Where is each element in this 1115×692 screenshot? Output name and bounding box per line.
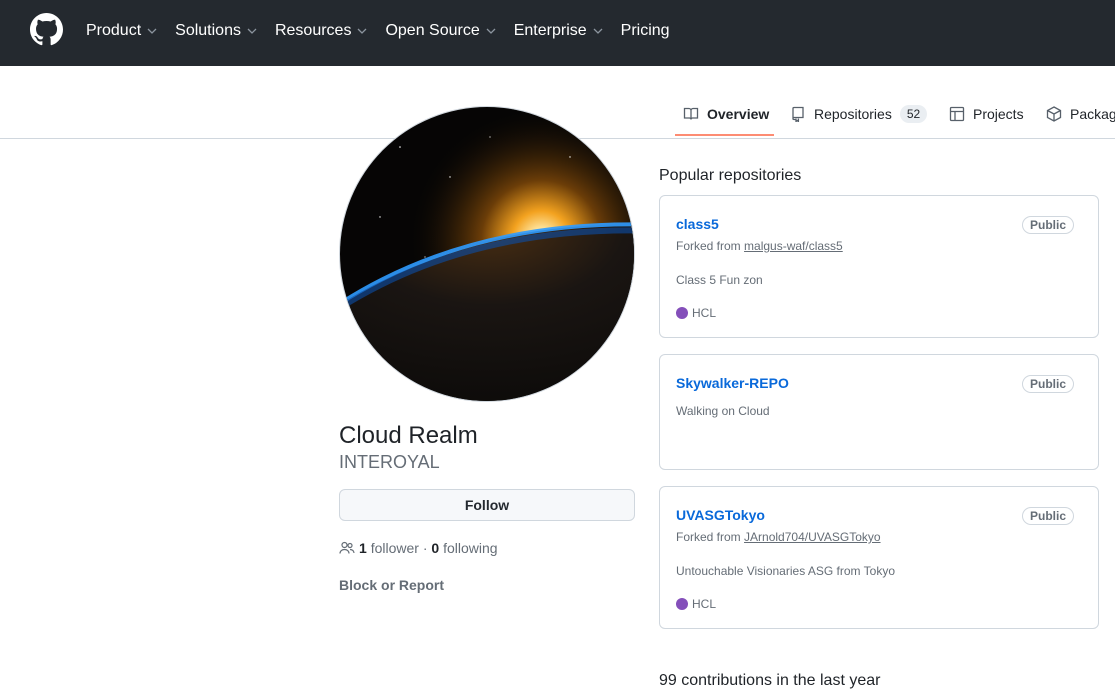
- repo-name-link[interactable]: UVASGTokyo: [676, 507, 765, 523]
- repo-description: Class 5 Fun zon: [676, 273, 763, 287]
- language-label: HCL: [692, 306, 717, 320]
- forked-source-link[interactable]: JArnold704/UVASGTokyo: [744, 530, 881, 544]
- chevron-down-icon: [147, 28, 157, 34]
- profile-username: INTEROYAL: [339, 452, 440, 472]
- nav-open-source[interactable]: Open Source: [385, 22, 496, 40]
- tab-projects[interactable]: Projects: [949, 90, 1024, 138]
- repo-description: Walking on Cloud: [676, 404, 770, 418]
- tab-packages-label: Packages: [1070, 106, 1115, 122]
- nav-product[interactable]: Product: [86, 22, 157, 40]
- repo-card: UVASGTokyo Public Forked from JArnold704…: [659, 486, 1099, 629]
- nav-pricing[interactable]: Pricing: [621, 22, 670, 40]
- nav-pricing-label: Pricing: [620, 22, 670, 39]
- visibility-badge: Public: [1021, 375, 1074, 393]
- nav-solutions-label: Solutions: [175, 22, 241, 39]
- avatar-image: [340, 107, 634, 401]
- chevron-down-icon: [486, 28, 496, 34]
- site-header: Product Solutions Resources Open Source …: [0, 0, 1115, 66]
- visibility-badge: Public: [1021, 507, 1074, 525]
- nav-solutions[interactable]: Solutions: [175, 22, 257, 40]
- table-icon: [949, 106, 965, 122]
- repo-icon: [792, 106, 804, 122]
- follow-button[interactable]: Follow: [339, 489, 635, 521]
- active-tab-indicator: [675, 134, 774, 136]
- language-label: HCL: [692, 597, 717, 611]
- followers-link[interactable]: 1 follower: [359, 540, 419, 556]
- forked-from: Forked from malgus-waf/class5: [676, 239, 843, 253]
- repositories-count-badge: 52: [899, 105, 928, 123]
- chevron-down-icon: [593, 28, 603, 34]
- repo-name-link[interactable]: class5: [676, 216, 719, 232]
- chevron-down-icon: [247, 28, 257, 34]
- contributions-heading: 99 contributions in the last year: [659, 672, 881, 689]
- repo-language: HCL: [676, 597, 716, 611]
- nav-resources[interactable]: Resources: [275, 22, 367, 40]
- tab-repositories-label: Repositories: [814, 106, 892, 122]
- language-color-dot: [676, 598, 688, 610]
- forked-prefix: Forked from: [676, 239, 741, 253]
- nav-resources-label: Resources: [274, 22, 352, 39]
- repo-name-link[interactable]: Skywalker-REPO: [676, 375, 789, 391]
- followers-count: 1: [359, 540, 367, 556]
- forked-prefix: Forked from: [676, 530, 741, 544]
- tab-overview-label: Overview: [707, 106, 770, 122]
- book-icon: [683, 107, 699, 120]
- tab-repositories[interactable]: Repositories 52: [790, 90, 928, 138]
- nav-open-source-label: Open Source: [385, 22, 480, 39]
- forked-source-link[interactable]: malgus-waf/class5: [744, 239, 843, 253]
- repo-card: Skywalker-REPO Public Walking on Cloud: [659, 354, 1099, 470]
- forked-from: Forked from JArnold704/UVASGTokyo: [676, 530, 881, 544]
- package-icon: [1046, 106, 1062, 122]
- followers-label: follower: [370, 540, 419, 556]
- nav-product-label: Product: [86, 22, 142, 39]
- nav-enterprise[interactable]: Enterprise: [514, 22, 603, 40]
- repo-description: Untouchable Visionaries ASG from Tokyo: [676, 564, 896, 578]
- language-color-dot: [676, 307, 688, 319]
- block-or-report-link[interactable]: Block or Report: [339, 577, 444, 593]
- chevron-down-icon: [357, 28, 367, 34]
- avatar[interactable]: [339, 106, 635, 402]
- tab-packages[interactable]: Packages: [1046, 90, 1115, 138]
- following-label: following: [443, 540, 498, 556]
- people-icon: [339, 541, 355, 554]
- following-count: 0: [431, 540, 440, 556]
- tab-overview[interactable]: Overview: [683, 90, 769, 138]
- visibility-badge: Public: [1021, 216, 1074, 234]
- profile-fullname: Cloud Realm: [339, 422, 478, 449]
- following-link[interactable]: 0 following: [431, 540, 497, 556]
- popular-repositories-heading: Popular repositories: [659, 167, 802, 184]
- github-logo-icon[interactable]: [30, 13, 63, 46]
- main-nav: Product Solutions Resources Open Source …: [86, 0, 688, 62]
- nav-enterprise-label: Enterprise: [513, 22, 587, 39]
- stats-separator: ·: [422, 540, 428, 556]
- follow-stats: 1 follower · 0 following: [339, 540, 498, 556]
- tab-projects-label: Projects: [973, 106, 1024, 122]
- repo-card: class5 Public Forked from malgus-waf/cla…: [659, 195, 1099, 338]
- repo-language: HCL: [676, 306, 716, 320]
